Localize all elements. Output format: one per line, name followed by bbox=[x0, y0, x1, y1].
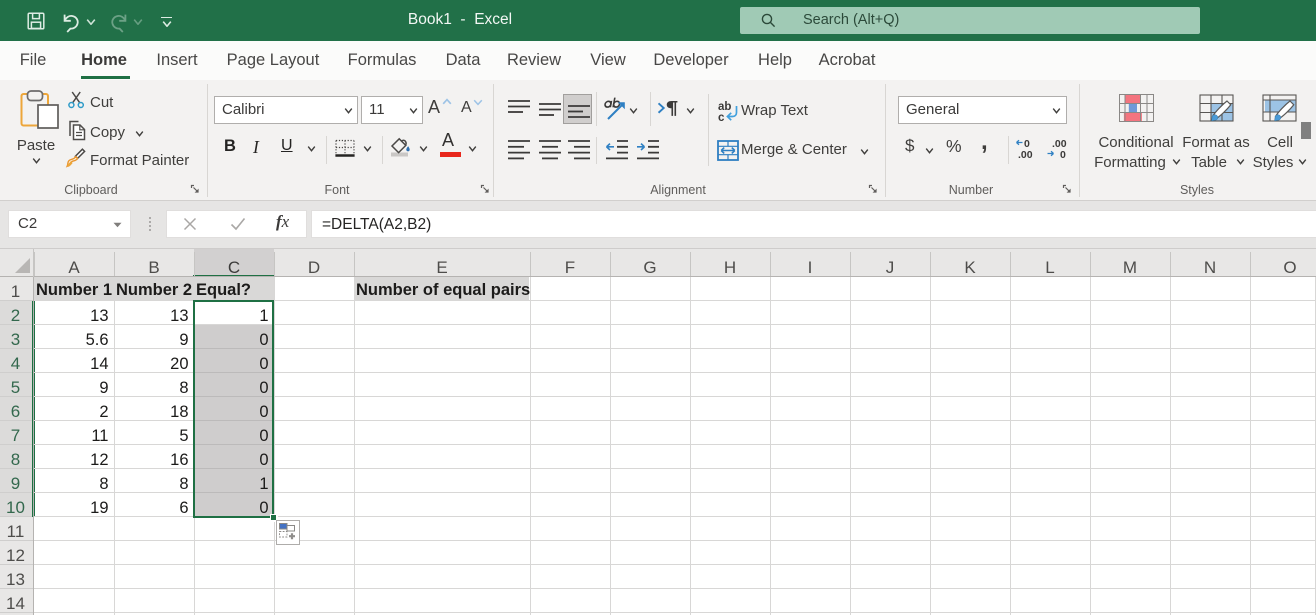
svg-text:c: c bbox=[718, 112, 725, 122]
